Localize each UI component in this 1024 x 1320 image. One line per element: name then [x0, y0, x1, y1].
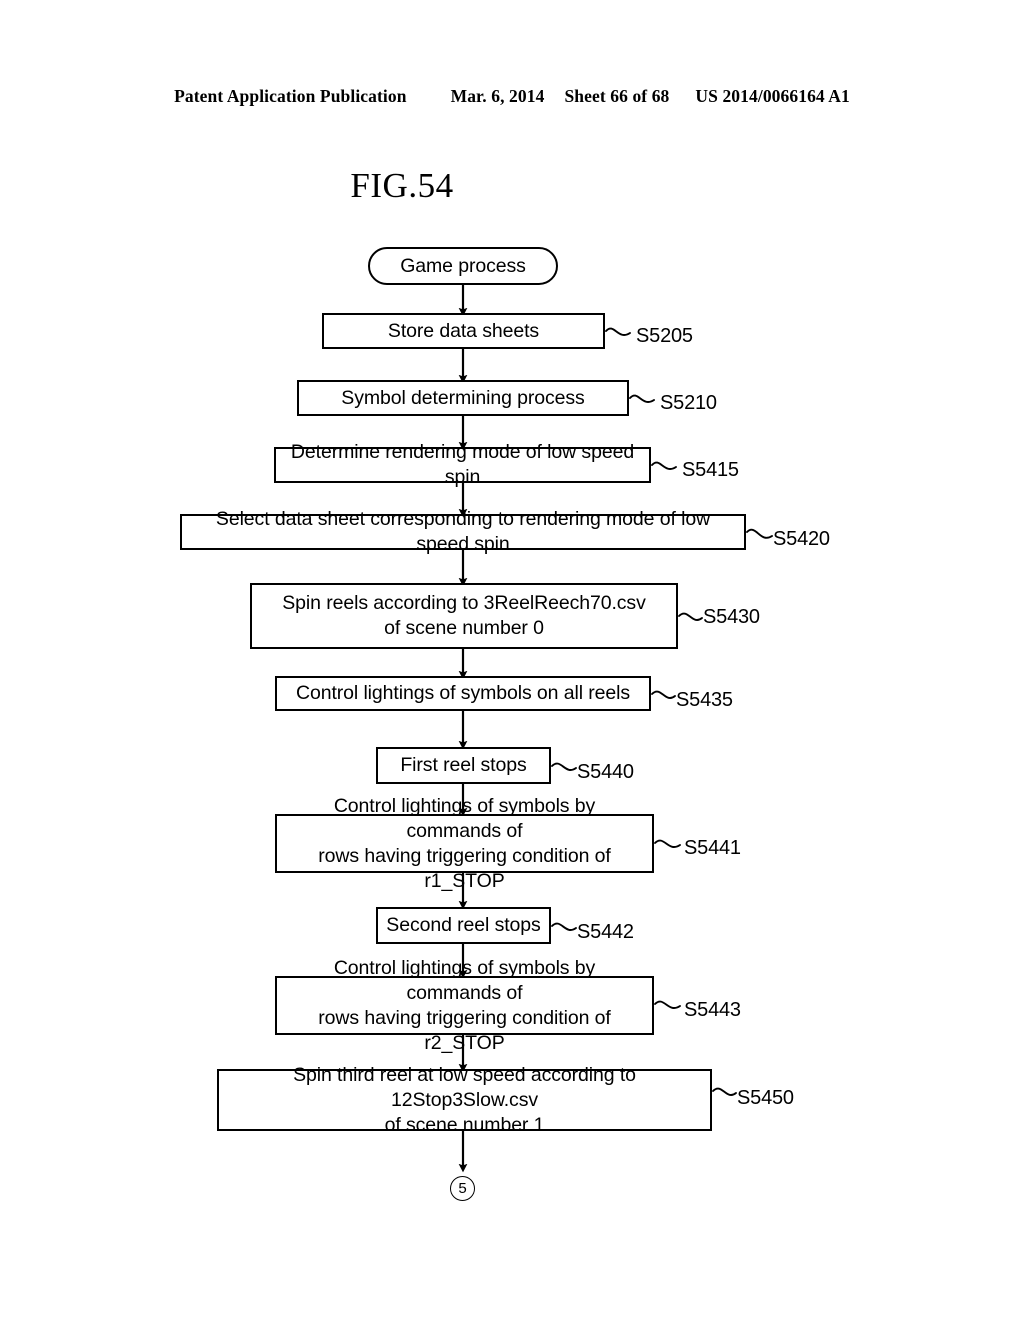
patent-drawing-page: Patent Application Publication Mar. 6, 2…	[0, 0, 1024, 1320]
flow-node-s5443[interactable]: Control lightings of symbols by commands…	[275, 957, 654, 1054]
flow-node-start[interactable]: Game process	[368, 247, 558, 285]
flow-node-s5441-label: Control lightings of symbols by commands…	[277, 794, 652, 894]
header-sheet: Sheet 66 of 68	[564, 86, 670, 106]
flow-node-s5441-line1: Control lightings of symbols by commands…	[333, 794, 596, 842]
step-ref-s5415: S5415	[682, 459, 739, 481]
flow-node-s5443-label: Control lightings of symbols by commands…	[277, 956, 652, 1056]
flow-node-s5430[interactable]: Spin reels according to 3ReelReech70.csv…	[250, 583, 678, 649]
flow-node-s5443-line2: rows having triggering condition of r2_S…	[318, 1006, 611, 1054]
flow-node-start-label: Game process	[400, 254, 526, 277]
flow-node-s5205-label: Store data sheets	[387, 319, 540, 342]
flow-node-s5450-line1: Spin third reel at low speed according t…	[293, 1063, 636, 1111]
flow-node-s5440-label: First reel stops	[400, 754, 527, 776]
step-ref-s5420: S5420	[773, 528, 830, 550]
header-publication: Patent Application Publication	[174, 86, 407, 106]
step-ref-s5430: S5430	[703, 606, 760, 628]
flow-node-s5450[interactable]: Spin third reel at low speed according t…	[217, 1064, 712, 1136]
step-ref-s5440: S5440	[577, 761, 634, 783]
step-ref-s5442: S5442	[577, 921, 634, 943]
flow-node-s5430-line2: of scene number 0	[384, 617, 544, 639]
figure-title: FIG.54	[0, 166, 1024, 206]
flow-node-s5205[interactable]: Store data sheets	[322, 313, 605, 349]
flow-node-s5210[interactable]: Symbol determining process	[297, 380, 629, 416]
flow-node-s5430-label: Spin reels according to 3ReelReech70.csv…	[274, 591, 653, 641]
step-ref-s5210: S5210	[660, 392, 717, 414]
step-ref-s5435: S5435	[676, 689, 733, 711]
flow-node-s5435-label: Control lightings of symbols on all reel…	[295, 682, 631, 704]
flow-node-s5420-label: Select data sheet corresponding to rende…	[215, 508, 711, 555]
flow-node-s5415-label: Determine rendering mode of low speed sp…	[290, 441, 635, 488]
flow-node-s5435[interactable]: Control lightings of symbols on all reel…	[275, 676, 651, 711]
flow-node-s5415[interactable]: Determine rendering mode of low speed sp…	[274, 441, 651, 488]
flow-connector-5-label: 5	[458, 1180, 467, 1197]
flow-node-s5441[interactable]: Control lightings of symbols by commands…	[275, 795, 654, 892]
flow-node-s5420[interactable]: Select data sheet corresponding to rende…	[180, 508, 746, 555]
page-header: Patent Application Publication Mar. 6, 2…	[0, 86, 1024, 107]
step-ref-s5205: S5205	[636, 325, 693, 347]
flow-node-s5210-label: Symbol determining process	[341, 386, 585, 409]
flow-connector-5[interactable]: 5	[450, 1176, 475, 1201]
flow-node-s5450-label: Spin third reel at low speed according t…	[219, 1063, 710, 1138]
header-patent-number: US 2014/0066164 A1	[695, 86, 850, 106]
flow-node-s5442-label: Second reel stops	[386, 914, 541, 936]
step-ref-s5443: S5443	[684, 999, 741, 1021]
flow-node-s5441-line2: rows having triggering condition of r1_S…	[318, 844, 611, 892]
figure-title-text: FIG.54	[350, 166, 454, 205]
step-ref-s5441: S5441	[684, 837, 741, 859]
flow-node-s5440[interactable]: First reel stops	[376, 747, 551, 784]
flow-node-s5450-line2: of scene number 1	[384, 1113, 545, 1136]
step-ref-s5450: S5450	[737, 1087, 794, 1109]
flow-node-s5443-line1: Control lightings of symbols by commands…	[333, 956, 596, 1004]
flow-node-s5430-line1: Spin reels according to 3ReelReech70.csv	[282, 592, 646, 614]
flow-node-s5442[interactable]: Second reel stops	[376, 907, 551, 944]
header-date: Mar. 6, 2014	[450, 86, 545, 106]
